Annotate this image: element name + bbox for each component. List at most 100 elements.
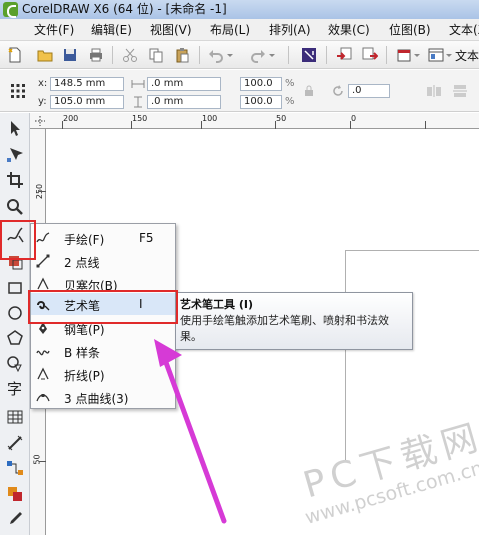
width-field[interactable]: .0 mm <box>147 77 221 91</box>
crop-tool-icon[interactable] <box>6 171 24 189</box>
ruler-label: 200 <box>63 114 79 123</box>
menu-bar: 文件(F) 编辑(E) 视图(V) 布局(L) 排列(A) 效果(C) 位图(B… <box>0 19 479 41</box>
page-border <box>345 250 346 460</box>
three-point-curve-icon <box>36 394 50 402</box>
ruler-tick <box>39 461 46 462</box>
scale-x-percent: % <box>285 78 295 89</box>
bezier-icon <box>37 277 49 290</box>
standard-toolbar: 文本(X) <box>0 41 479 69</box>
ruler-tick <box>425 121 426 129</box>
window-title: CorelDRAW X6 (64 位) - [未命名 -1] <box>22 2 227 16</box>
ellipse-tool-icon[interactable] <box>6 304 24 322</box>
new-document-icon[interactable] <box>7 47 23 63</box>
mirror-horizontal-icon[interactable] <box>426 84 442 98</box>
application-launcher-icon[interactable] <box>428 47 444 63</box>
horizontal-ruler: 200 150 100 50 0 <box>30 113 479 129</box>
polyline-icon <box>37 367 49 380</box>
toolbar-separator <box>326 46 327 64</box>
y-label: y: <box>38 96 47 107</box>
page-border <box>345 250 479 251</box>
redo-icon[interactable] <box>250 47 266 63</box>
undo-icon[interactable] <box>208 47 224 63</box>
flyout-item-shortcut: F5 <box>139 231 154 245</box>
connector-tool-icon[interactable] <box>6 459 24 477</box>
rectangle-tool-icon[interactable] <box>6 279 24 297</box>
launcher-dropdown-icon[interactable] <box>445 47 453 63</box>
flyout-item-label: 3 点曲线(3) <box>64 392 129 406</box>
toolbar-separator <box>288 46 289 64</box>
import-icon[interactable] <box>336 47 352 63</box>
flyout-item-2-point-line[interactable]: 2 点线 <box>31 250 175 272</box>
copy-icon[interactable] <box>148 47 164 63</box>
ruler-tick <box>201 121 202 129</box>
svg-text:字: 字 <box>7 380 22 397</box>
ruler-tick <box>131 121 132 129</box>
search-content-icon[interactable] <box>301 47 317 63</box>
menu-bitmaps[interactable]: 位图(B) <box>389 22 431 38</box>
ruler-label: 50 <box>276 114 287 123</box>
publish-dropdown-icon[interactable] <box>413 47 421 63</box>
polygon-tool-icon[interactable] <box>6 329 24 347</box>
flyout-item-label: 手绘(F) <box>64 233 105 247</box>
scale-x-field[interactable]: 100.0 <box>240 77 282 91</box>
menu-arrange[interactable]: 排列(A) <box>269 22 311 38</box>
toolbar-separator <box>112 46 113 64</box>
open-folder-icon[interactable] <box>37 47 53 63</box>
ruler-label: 50 <box>32 454 42 465</box>
y-position-field[interactable]: 105.0 mm <box>50 95 124 109</box>
cut-icon[interactable] <box>122 47 138 63</box>
shape-tool-icon[interactable] <box>6 145 24 163</box>
ruler-tick <box>350 121 351 129</box>
toolbox: 字 <box>0 113 30 535</box>
pick-tool-icon[interactable] <box>6 119 24 137</box>
menu-text[interactable]: 文本(X) <box>449 22 479 38</box>
flyout-item-freehand[interactable]: 手绘(F) F5 <box>31 227 175 249</box>
export-icon[interactable] <box>362 47 378 63</box>
ruler-tick <box>275 121 276 129</box>
tooltip-title: 艺术笔工具 (I) <box>180 298 253 311</box>
mirror-vertical-icon[interactable] <box>452 84 468 98</box>
basic-shapes-tool-icon[interactable] <box>6 355 24 373</box>
toolbar-separator <box>386 46 387 64</box>
property-bar: x: 148.5 mm y: 105.0 mm .0 mm .0 mm 100.… <box>0 70 479 112</box>
ruler-tick <box>39 191 46 192</box>
two-point-line-icon <box>36 254 50 268</box>
ruler-tick <box>62 121 63 129</box>
reference-point-icon[interactable] <box>10 83 26 99</box>
x-position-field[interactable]: 148.5 mm <box>50 77 124 91</box>
zoom-tool-icon[interactable] <box>6 198 24 216</box>
x-label: x: <box>38 78 48 89</box>
interactive-effects-tool-icon[interactable] <box>6 485 24 503</box>
height-field[interactable]: .0 mm <box>147 95 221 109</box>
title-bar: CorelDRAW X6 (64 位) - [未命名 -1] <box>0 0 479 19</box>
toolbar-separator <box>199 46 200 64</box>
ruler-origin-icon[interactable] <box>34 115 46 127</box>
eyedropper-tool-icon[interactable] <box>6 510 24 528</box>
menu-effects[interactable]: 效果(C) <box>328 22 370 38</box>
print-icon[interactable] <box>88 47 104 63</box>
scale-y-field[interactable]: 100.0 <box>240 95 282 109</box>
b-spline-icon <box>36 350 50 356</box>
save-icon[interactable] <box>62 47 78 63</box>
menu-edit[interactable]: 编辑(E) <box>91 22 132 38</box>
width-icon <box>131 80 145 88</box>
coreldraw-app-icon <box>3 2 18 18</box>
redo-dropdown-icon[interactable] <box>268 47 276 63</box>
table-tool-icon[interactable] <box>6 408 24 426</box>
menu-view[interactable]: 视图(V) <box>150 22 192 38</box>
paste-icon[interactable] <box>174 47 190 63</box>
publish-pdf-icon[interactable] <box>396 47 412 63</box>
freehand-tool-highlight <box>0 220 36 260</box>
height-icon <box>134 96 142 108</box>
flyout-item-label: B 样条 <box>64 346 101 360</box>
menu-file[interactable]: 文件(F) <box>34 22 74 38</box>
text-tool-icon[interactable]: 字 <box>6 379 24 397</box>
rotation-angle-icon <box>333 85 343 96</box>
rotation-angle-field[interactable]: .0 <box>348 84 390 98</box>
lock-ratio-icon[interactable] <box>303 85 315 97</box>
ruler-label: 100 <box>202 114 218 123</box>
menu-layout[interactable]: 布局(L) <box>210 22 250 38</box>
dimension-tool-icon[interactable] <box>6 434 24 452</box>
undo-dropdown-icon[interactable] <box>226 47 234 63</box>
ruler-label: 150 <box>132 114 148 123</box>
